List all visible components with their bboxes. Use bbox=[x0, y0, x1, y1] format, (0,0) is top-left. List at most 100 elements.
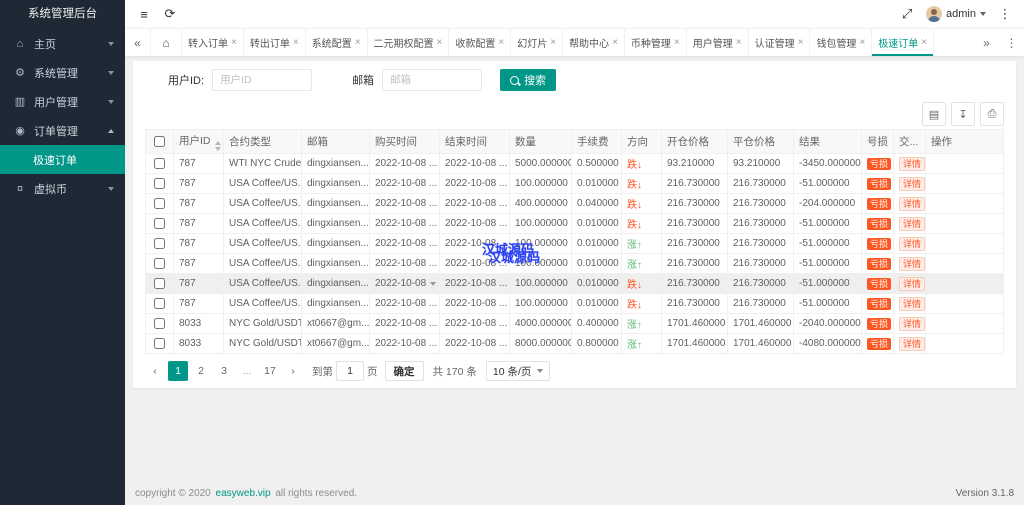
tab-close-icon[interactable]: × bbox=[736, 37, 742, 48]
cell-contract-type: WTI NYC Crude... bbox=[229, 158, 302, 169]
sort-icon[interactable] bbox=[214, 140, 221, 151]
email-input[interactable] bbox=[382, 69, 483, 91]
fullscreen-button[interactable]: ⤢ bbox=[894, 0, 920, 28]
tab-close-icon[interactable]: × bbox=[674, 37, 680, 48]
row-checkbox[interactable] bbox=[154, 217, 165, 229]
row-checkbox[interactable] bbox=[154, 257, 165, 269]
main-area: ≡ ⟳ ⤢ admin ⋮ « ⌂ 转入订单 × 转出订单 × 系统配置 × 二… bbox=[125, 0, 1024, 505]
row-checkbox[interactable] bbox=[154, 297, 165, 309]
tab[interactable]: 钱包管理 × bbox=[810, 29, 873, 56]
page-button[interactable]: 1 bbox=[168, 361, 188, 381]
tab[interactable]: 收款配置 × bbox=[449, 29, 512, 56]
row-checkbox[interactable] bbox=[154, 177, 165, 189]
tabs-more-button[interactable]: ⋮ bbox=[999, 29, 1024, 56]
buytime-dropdown-icon[interactable] bbox=[430, 281, 436, 286]
tab[interactable]: 转入订单 × bbox=[182, 29, 244, 56]
column-header[interactable]: 用户ID bbox=[173, 129, 224, 154]
tab-home[interactable]: ⌂ bbox=[150, 29, 182, 56]
chevron-down-icon bbox=[537, 369, 544, 373]
tabs-scroll-left-button[interactable]: « bbox=[125, 29, 150, 56]
tab-close-icon[interactable]: × bbox=[231, 37, 237, 48]
tab[interactable]: 系统配置 × bbox=[306, 29, 368, 56]
tab-close-icon[interactable]: × bbox=[859, 37, 865, 48]
tab[interactable]: 幻灯片 × bbox=[511, 29, 564, 56]
page-size-select[interactable]: 10 条/页 bbox=[485, 361, 551, 381]
row-checkbox[interactable] bbox=[154, 157, 165, 169]
sidebar-item-orders[interactable]: ◉ 订单管理 bbox=[0, 116, 125, 145]
tab-close-icon[interactable]: × bbox=[798, 37, 804, 48]
row-checkbox[interactable] bbox=[154, 337, 165, 349]
sidebar-item-crypto[interactable]: ¤ 虚拟币 bbox=[0, 174, 125, 203]
jump-page-input[interactable] bbox=[336, 361, 364, 381]
loss-badge[interactable]: 亏损 bbox=[867, 297, 892, 310]
print-button[interactable]: ⎙ bbox=[980, 102, 1004, 126]
view-badge[interactable]: 详情 bbox=[899, 316, 925, 331]
view-badge[interactable]: 详情 bbox=[899, 236, 925, 251]
cell-end-time: 2022-10-08 ... bbox=[445, 218, 508, 229]
tab[interactable]: 帮助中心 × bbox=[563, 29, 625, 56]
view-badge[interactable]: 详情 bbox=[899, 156, 925, 171]
row-checkbox[interactable] bbox=[154, 197, 165, 209]
view-badge[interactable]: 详情 bbox=[899, 196, 925, 211]
sidebar-item-system[interactable]: ⚙ 系统管理 bbox=[0, 58, 125, 87]
loss-badge[interactable]: 亏损 bbox=[867, 157, 892, 170]
tab[interactable]: 二元期权配置 × bbox=[368, 29, 450, 56]
tab-close-icon[interactable]: × bbox=[550, 37, 556, 48]
loss-badge[interactable]: 亏损 bbox=[867, 277, 892, 290]
orders-table: 用户ID 合约类型 邮箱 购买时间 结束时间 数量 手续费 方向 开仓价格 平仓价格 结果 号损 交..… bbox=[133, 129, 1016, 354]
select-all-checkbox[interactable] bbox=[154, 136, 165, 148]
search-button-label: 搜索 bbox=[524, 75, 547, 87]
loss-badge[interactable]: 亏损 bbox=[867, 197, 892, 210]
view-badge[interactable]: 详情 bbox=[899, 216, 925, 231]
search-button[interactable]: 搜索 bbox=[500, 69, 557, 91]
row-checkbox[interactable] bbox=[154, 317, 165, 329]
easyweb-link[interactable]: easyweb.vip bbox=[216, 488, 271, 499]
tab-close-icon[interactable]: × bbox=[437, 37, 443, 48]
tab[interactable]: 用户管理 × bbox=[687, 29, 749, 56]
tab[interactable]: 转出订单 × bbox=[244, 29, 306, 56]
loss-badge[interactable]: 亏损 bbox=[867, 237, 892, 250]
next-page-button[interactable]: › bbox=[283, 361, 303, 381]
sidebar-item-express-orders[interactable]: 极速订单 bbox=[0, 145, 125, 174]
cell-direction: 涨↑ bbox=[627, 340, 642, 351]
view-badge[interactable]: 详情 bbox=[899, 296, 925, 311]
page-button[interactable]: 3 bbox=[214, 361, 234, 381]
cell-close-price: 216.730000 bbox=[733, 278, 786, 289]
view-badge[interactable]: 详情 bbox=[899, 176, 925, 191]
page-button[interactable]: 2 bbox=[191, 361, 211, 381]
page-button[interactable]: 17 bbox=[260, 361, 280, 381]
view-badge[interactable]: 详情 bbox=[899, 336, 925, 351]
sidebar-item-home[interactable]: ⌂ 主页 bbox=[0, 29, 125, 58]
cell-close-price: 216.730000 bbox=[733, 298, 786, 309]
filter-columns-button[interactable]: ▤ bbox=[922, 102, 946, 126]
row-checkbox[interactable] bbox=[154, 237, 165, 249]
tab[interactable]: 认证管理 × bbox=[749, 29, 811, 56]
loss-badge[interactable]: 亏损 bbox=[867, 257, 892, 270]
tabs-scroll-right-button[interactable]: » bbox=[974, 29, 999, 56]
view-badge[interactable]: 详情 bbox=[899, 276, 925, 291]
cell-user-id: 787 bbox=[179, 278, 196, 289]
tab[interactable]: 币种管理 × bbox=[625, 29, 687, 56]
tab-close-icon[interactable]: × bbox=[293, 37, 299, 48]
row-checkbox[interactable] bbox=[154, 277, 165, 289]
view-badge[interactable]: 详情 bbox=[899, 256, 925, 271]
user-id-input[interactable] bbox=[212, 69, 313, 91]
loss-badge[interactable]: 亏损 bbox=[867, 177, 892, 190]
prev-page-button[interactable]: ‹ bbox=[145, 361, 165, 381]
export-button[interactable]: ↧ bbox=[951, 102, 975, 126]
more-button[interactable]: ⋮ bbox=[992, 0, 1018, 28]
cell-buy-time: 2022-10-08 ... bbox=[375, 218, 438, 229]
sidebar-item-users[interactable]: ▥ 用户管理 bbox=[0, 87, 125, 116]
confirm-jump-button[interactable]: 确定 bbox=[384, 361, 424, 381]
user-menu[interactable]: admin bbox=[920, 6, 992, 22]
tab-close-icon[interactable]: × bbox=[921, 37, 927, 48]
loss-badge[interactable]: 亏损 bbox=[867, 217, 892, 230]
loss-badge[interactable]: 亏损 bbox=[867, 337, 892, 350]
loss-badge[interactable]: 亏损 bbox=[867, 317, 892, 330]
refresh-button[interactable]: ⟳ bbox=[157, 0, 183, 28]
tab-close-icon[interactable]: × bbox=[355, 37, 361, 48]
tab-close-icon[interactable]: × bbox=[498, 37, 504, 48]
sidebar-toggle-button[interactable]: ≡ bbox=[131, 0, 157, 28]
tab-close-icon[interactable]: × bbox=[612, 37, 618, 48]
tab[interactable]: 极速订单 × bbox=[872, 29, 935, 56]
